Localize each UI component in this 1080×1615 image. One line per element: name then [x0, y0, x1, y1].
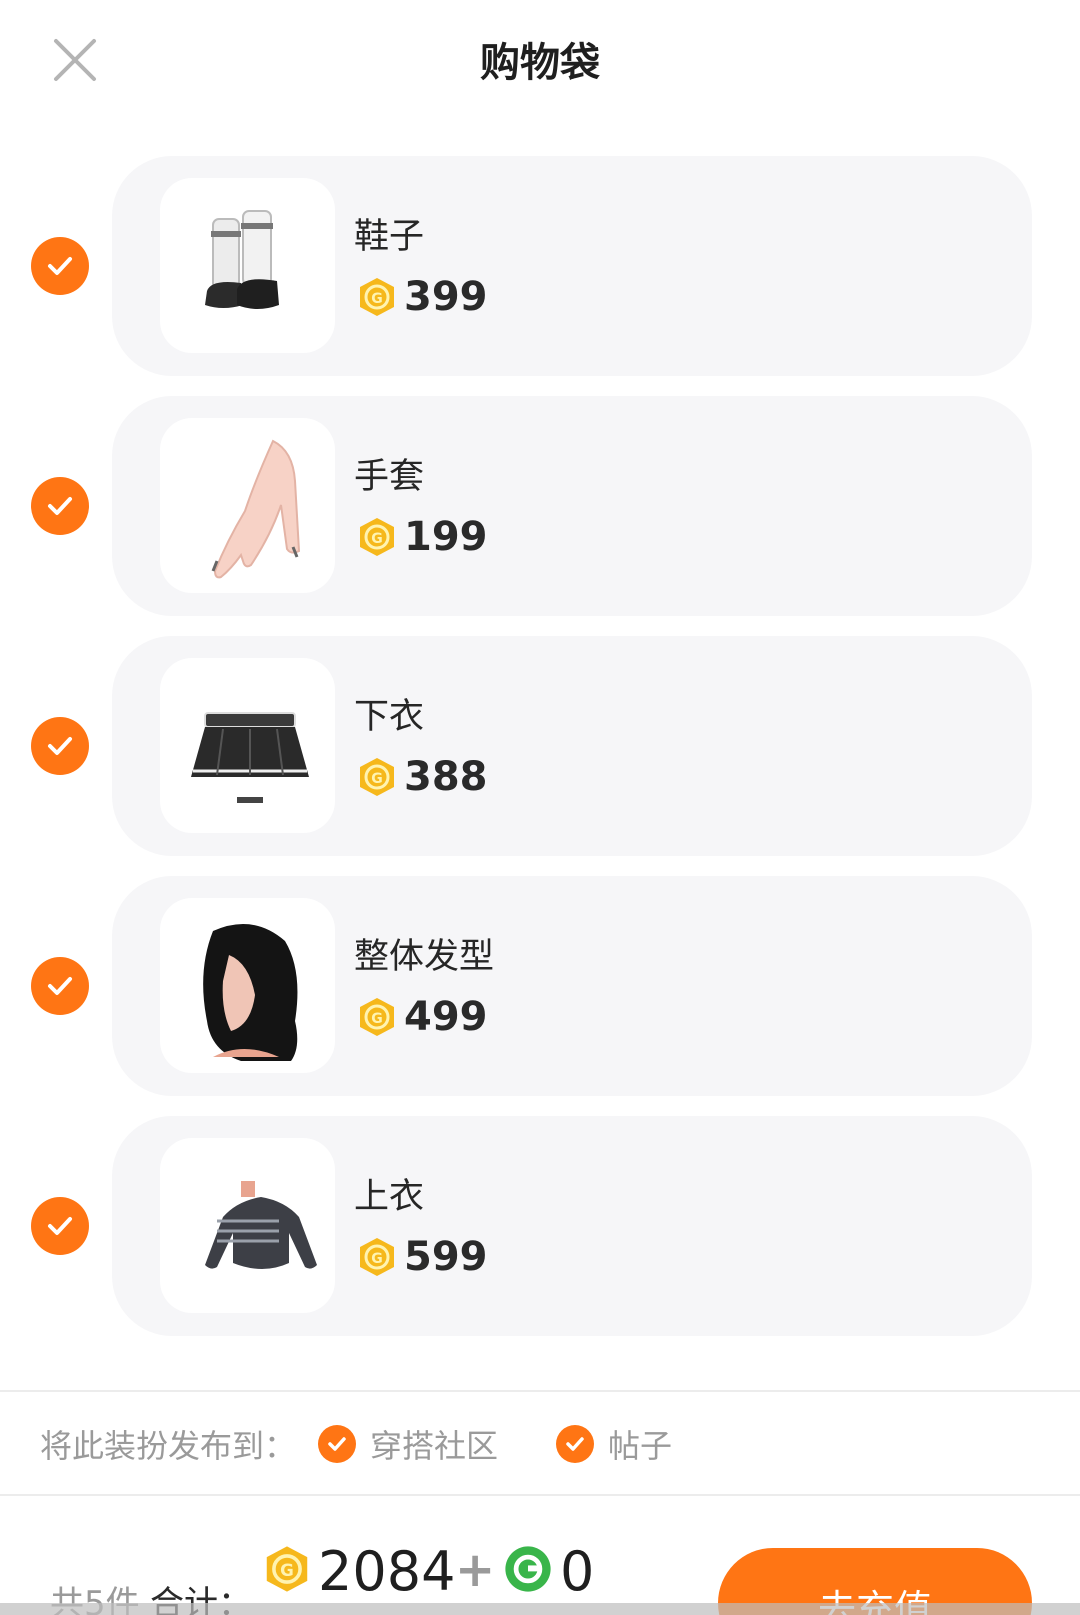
item-card[interactable]: 鞋子 G 399 — [112, 156, 1032, 376]
hair-image — [202, 923, 297, 1061]
gold-coin-icon: G — [360, 998, 394, 1036]
cart-item: 手套 G 199 — [0, 396, 1080, 616]
publish-option-label: 穿搭社区 — [370, 1427, 499, 1465]
item-select-checkbox[interactable] — [31, 237, 89, 295]
item-thumbnail — [160, 658, 335, 833]
item-name: 整体发型 — [354, 937, 495, 977]
cart-item: 下衣 G 388 — [0, 636, 1080, 856]
gold-coin-icon: G — [360, 1238, 394, 1276]
skirt-image — [190, 711, 309, 803]
price-value: 199 — [404, 514, 488, 560]
item-price: G 599 — [356, 1234, 488, 1280]
item-name: 上衣 — [354, 1177, 425, 1217]
gem-total: 0 — [560, 1540, 595, 1603]
boots-image — [204, 209, 279, 309]
item-price: G 199 — [356, 514, 488, 560]
price-value: 388 — [404, 754, 488, 800]
item-name: 鞋子 — [354, 217, 425, 257]
gold-coin-icon: G — [360, 278, 394, 316]
publish-label: 将此装扮发布到： — [40, 1427, 297, 1465]
check-icon — [48, 1217, 72, 1235]
sweater-image — [204, 1180, 317, 1269]
item-select-checkbox[interactable] — [31, 957, 89, 1015]
hand-image — [211, 439, 300, 578]
item-thumbnail — [160, 178, 335, 353]
cart-item: 整体发型 G 499 — [0, 876, 1080, 1096]
check-icon — [48, 977, 72, 995]
publish-option-post[interactable]: 帖子 — [556, 1421, 672, 1467]
item-card[interactable]: 手套 G 199 — [112, 396, 1032, 616]
item-name: 手套 — [354, 457, 425, 497]
header: 购物袋 — [0, 0, 1080, 125]
gold-coin-icon: G — [266, 1546, 308, 1592]
check-icon — [318, 1425, 357, 1463]
check-icon — [48, 257, 72, 275]
divider — [0, 1390, 1080, 1392]
svg-text:G: G — [371, 771, 383, 787]
svg-text:G: G — [371, 531, 383, 547]
publish-bar: 将此装扮发布到： 穿搭社区 帖子 — [40, 1418, 730, 1470]
item-thumbnail — [160, 1138, 335, 1313]
shopping-bag-page: 购物袋 鞋子 G 399 手套 G 199 下衣 G 388 整体发型 G 49… — [0, 0, 1080, 1615]
item-select-checkbox[interactable] — [31, 717, 89, 775]
item-card[interactable]: 整体发型 G 499 — [112, 876, 1032, 1096]
check-icon — [48, 497, 72, 515]
green-coin-icon — [505, 1546, 551, 1592]
item-name: 下衣 — [354, 697, 425, 737]
gold-coin-icon: G — [360, 758, 394, 796]
price-value: 599 — [404, 1234, 488, 1280]
page-title: 购物袋 — [480, 40, 600, 86]
item-price: G 399 — [356, 274, 488, 320]
publish-option-label: 帖子 — [608, 1427, 673, 1465]
svg-text:G: G — [371, 291, 383, 307]
gold-total: 2084 — [318, 1540, 456, 1603]
item-card[interactable]: 上衣 G 599 — [112, 1116, 1032, 1336]
check-icon — [48, 737, 72, 755]
check-icon — [556, 1425, 595, 1463]
price-value: 499 — [404, 994, 488, 1040]
item-select-checkbox[interactable] — [31, 477, 89, 535]
plus-sign: + — [455, 1542, 496, 1598]
item-thumbnail — [160, 898, 335, 1073]
svg-text:G: G — [371, 1011, 383, 1027]
item-price: G 388 — [356, 754, 488, 800]
price-value: 399 — [404, 274, 488, 320]
cart-item: 上衣 G 599 — [0, 1116, 1080, 1336]
item-thumbnail — [160, 418, 335, 593]
gold-coin-icon: G — [360, 518, 394, 556]
item-select-checkbox[interactable] — [31, 1197, 89, 1255]
svg-text:G: G — [280, 1561, 294, 1580]
svg-text:G: G — [371, 1251, 383, 1267]
item-card[interactable]: 下衣 G 388 — [112, 636, 1032, 856]
divider — [0, 1494, 1080, 1496]
item-price: G 499 — [356, 994, 488, 1040]
publish-option-community[interactable]: 穿搭社区 — [318, 1421, 498, 1467]
bottom-edge — [0, 1603, 1080, 1615]
cart-item: 鞋子 G 399 — [0, 156, 1080, 376]
